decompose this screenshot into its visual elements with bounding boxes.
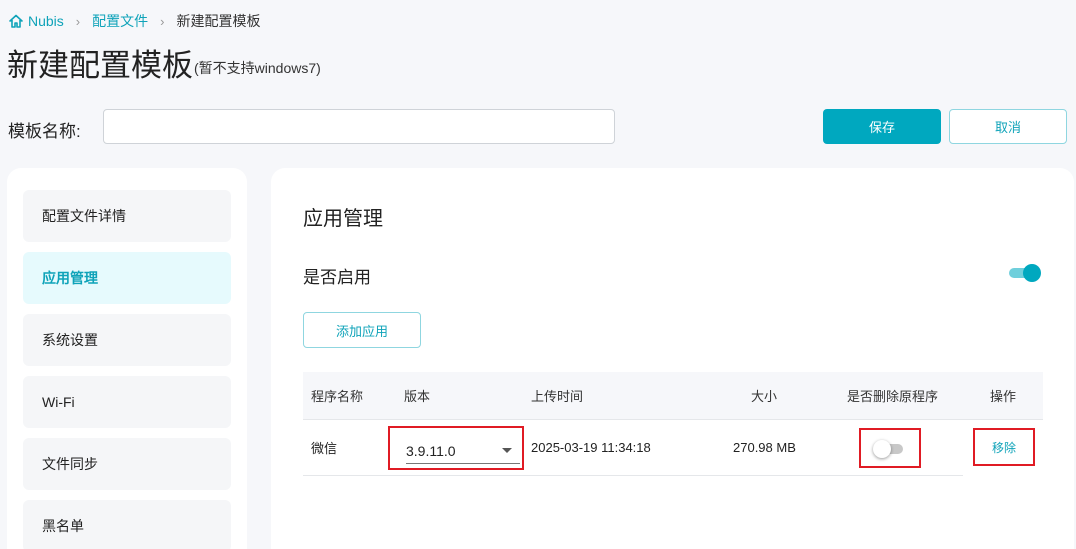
- sidebar-item-label: 黑名单: [42, 518, 84, 534]
- page-title: 新建配置模板: [7, 48, 193, 83]
- app-name-cell: 微信: [311, 441, 338, 456]
- breadcrumb-current: 新建配置模板: [176, 13, 261, 29]
- sidebar: 配置文件详情 应用管理 系统设置 Wi-Fi 文件同步 黑名单: [7, 168, 247, 549]
- version-select[interactable]: 3.9.11.0: [388, 426, 524, 470]
- column-header-name: 程序名称: [311, 389, 364, 404]
- caret-down-icon: [502, 448, 512, 453]
- column-header-delete-original: 是否删除原程序: [847, 389, 939, 404]
- delete-original-toggle[interactable]: [873, 440, 905, 458]
- app-table: 程序名称 版本 上传时间 大小 是否删除原程序 操作 微信 3.9.11.0 2…: [303, 372, 1043, 476]
- table-row: 微信 3.9.11.0 2025-03-19 11:34:18 270.98 M…: [303, 420, 1035, 476]
- version-value: 3.9.11.0: [406, 442, 456, 459]
- section-title: 应用管理: [303, 208, 383, 230]
- enable-label: 是否启用: [303, 268, 371, 287]
- chevron-right-icon: ›: [75, 13, 81, 29]
- remove-highlight: 移除: [973, 428, 1035, 466]
- column-header-action: 操作: [990, 389, 1017, 404]
- sidebar-item-system-settings[interactable]: 系统设置: [23, 314, 231, 366]
- template-name-input[interactable]: [103, 109, 615, 144]
- breadcrumb-home-label: Nubis: [28, 13, 64, 29]
- cancel-button[interactable]: 取消: [949, 109, 1067, 144]
- breadcrumb-home-link[interactable]: Nubis: [8, 13, 64, 29]
- sidebar-item-label: Wi-Fi: [42, 394, 75, 410]
- upload-time-cell: 2025-03-19 11:34:18: [531, 440, 651, 455]
- sidebar-item-label: 文件同步: [42, 456, 98, 472]
- sidebar-item-app-management[interactable]: 应用管理: [23, 252, 231, 304]
- sidebar-item-blacklist[interactable]: 黑名单: [23, 500, 231, 549]
- home-icon: [9, 14, 23, 28]
- enable-toggle[interactable]: [1009, 264, 1041, 282]
- save-button[interactable]: 保存: [823, 109, 941, 144]
- sidebar-item-wifi[interactable]: Wi-Fi: [23, 376, 231, 428]
- table-header: 程序名称 版本 上传时间 大小 是否删除原程序 操作: [303, 372, 1043, 420]
- sidebar-item-label: 系统设置: [42, 332, 98, 348]
- version-select-value: 3.9.11.0: [406, 438, 520, 464]
- column-header-size: 大小: [751, 389, 778, 404]
- breadcrumb-profiles-link[interactable]: 配置文件: [92, 11, 148, 31]
- breadcrumb: Nubis › 配置文件 › 新建配置模板: [8, 11, 260, 31]
- template-name-label: 模板名称:: [8, 122, 81, 141]
- page-title-row: 新建配置模板 (暂不支持windows7): [7, 46, 321, 86]
- chevron-right-icon: ›: [160, 13, 165, 29]
- add-app-button[interactable]: 添加应用: [303, 312, 421, 348]
- remove-link[interactable]: 移除: [992, 439, 1016, 456]
- delete-original-highlight: [859, 428, 921, 468]
- size-cell: 270.98 MB: [733, 440, 796, 455]
- sidebar-item-label: 应用管理: [42, 270, 98, 286]
- sidebar-item-file-sync[interactable]: 文件同步: [23, 438, 231, 490]
- column-header-version: 版本: [404, 389, 431, 404]
- page-title-note: (暂不支持windows7): [194, 60, 321, 76]
- app-management-panel: 应用管理 是否启用 添加应用 程序名称 版本 上传时间 大小 是否删除原程序 操…: [271, 168, 1074, 549]
- toggle-thumb: [1023, 264, 1041, 282]
- sidebar-item-label: 配置文件详情: [42, 208, 126, 224]
- sidebar-item-profile-details[interactable]: 配置文件详情: [23, 190, 231, 242]
- column-header-upload-time: 上传时间: [531, 389, 584, 404]
- toggle-thumb: [873, 440, 891, 458]
